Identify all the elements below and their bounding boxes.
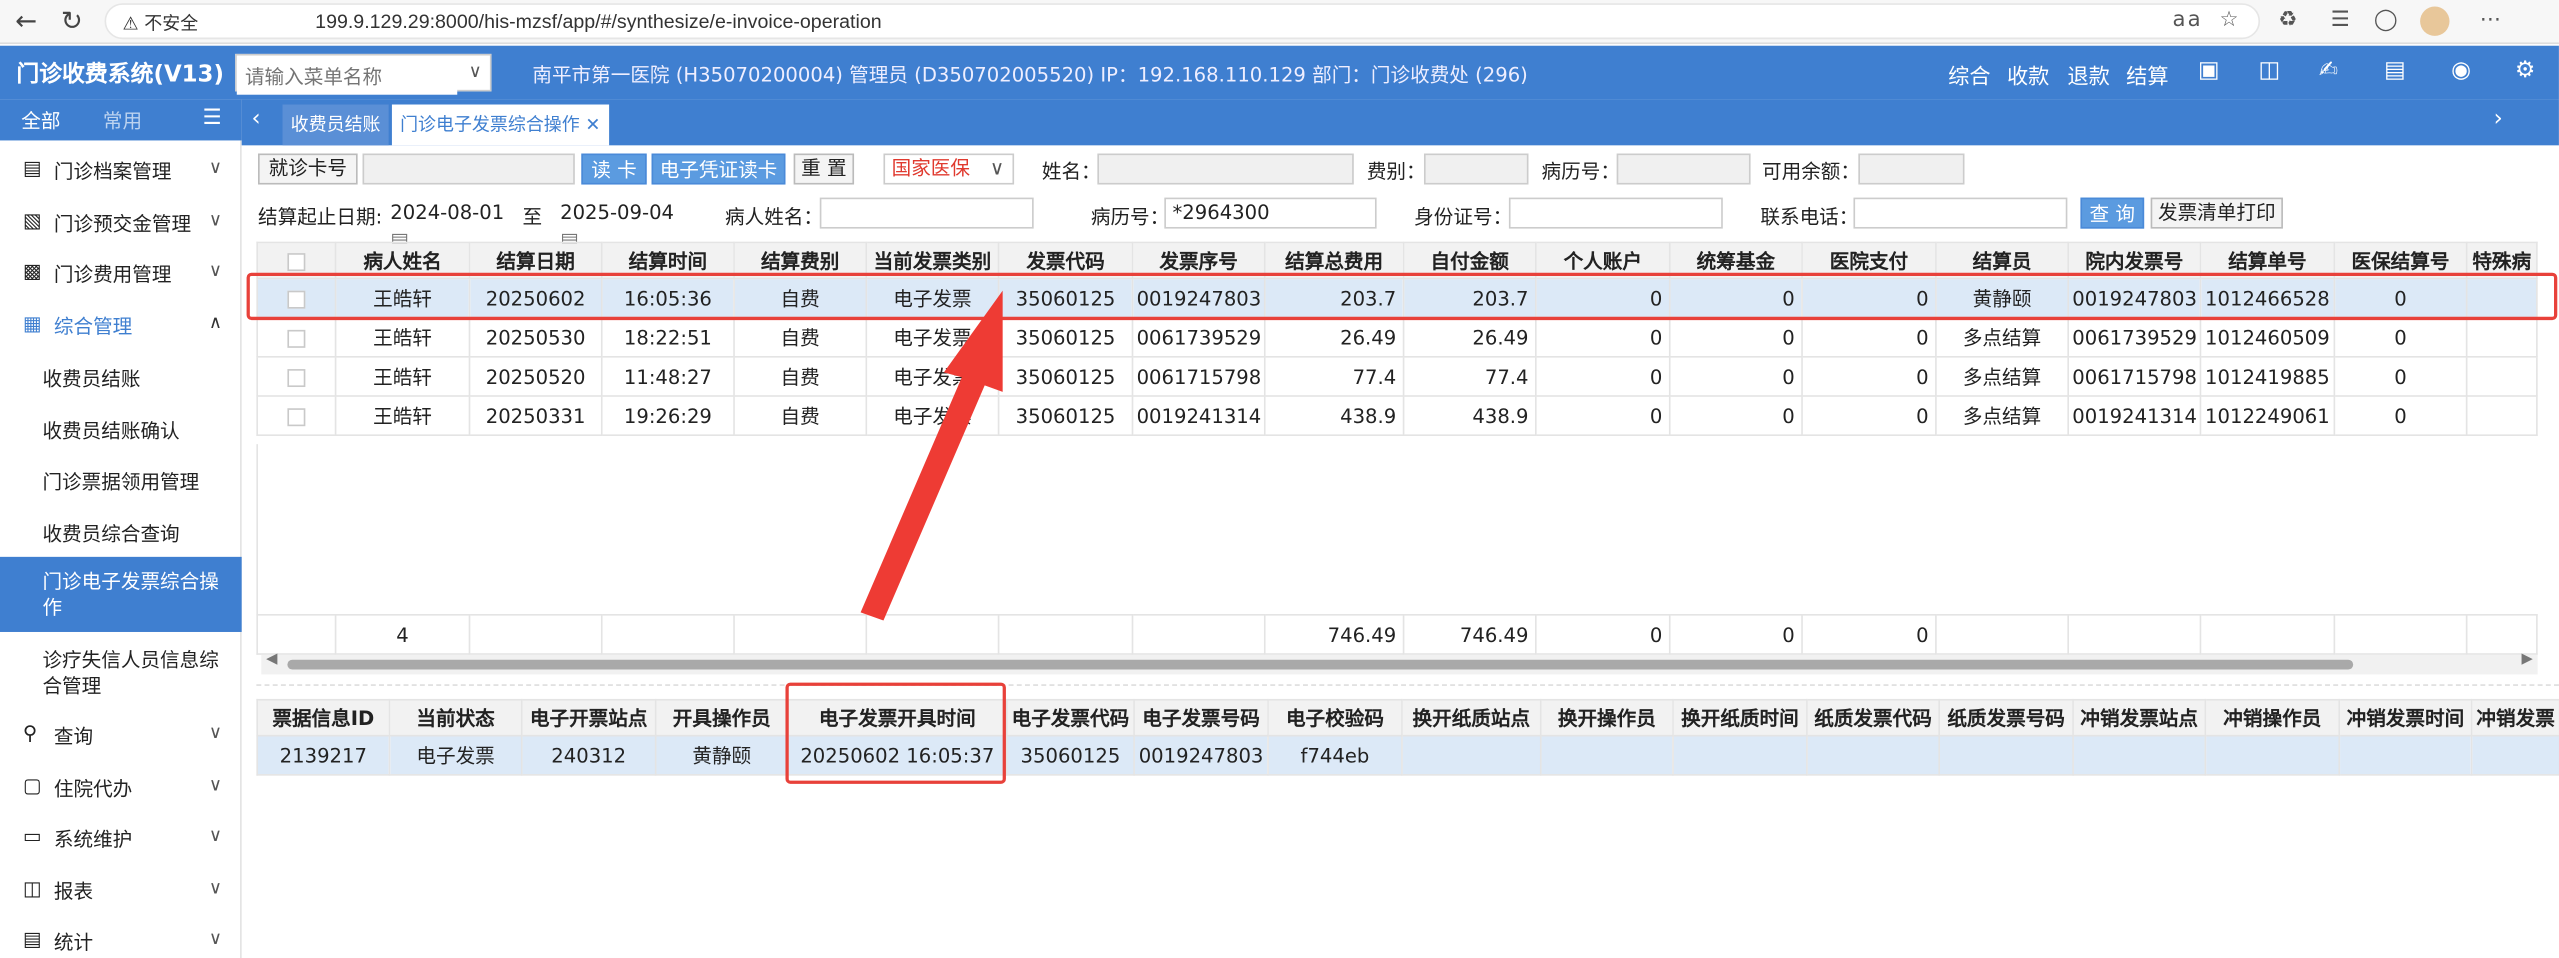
- annotation-arrow: [860, 290, 1003, 621]
- arrow-shape: [860, 290, 1003, 621]
